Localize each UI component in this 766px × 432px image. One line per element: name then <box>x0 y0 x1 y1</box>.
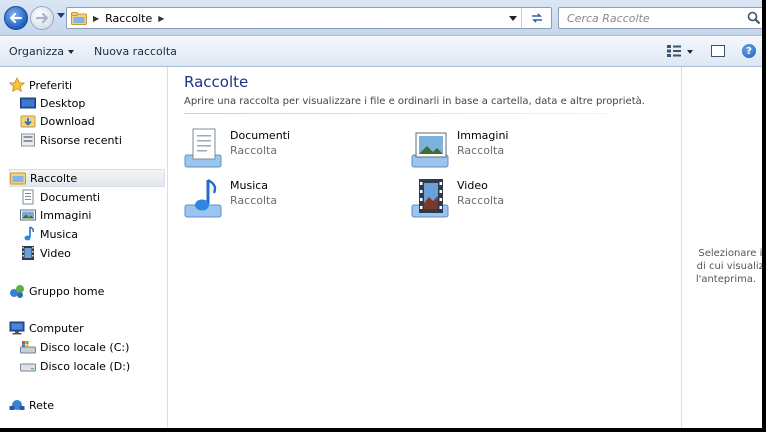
search-box[interactable]: Cerca Raccolte <box>558 7 766 29</box>
nav-homegroup[interactable]: Gruppo home <box>9 282 104 300</box>
search-icon[interactable] <box>747 11 761 25</box>
preview-text-line: Selezionare il file <box>698 248 766 259</box>
forward-arrow-icon <box>35 12 49 24</box>
nav-item-recent[interactable]: Risorse recenti <box>20 131 122 149</box>
pictures-library-icon <box>411 132 449 168</box>
windows-drive-icon <box>20 341 36 354</box>
library-kind: Raccolta <box>230 194 278 207</box>
downloads-folder-icon <box>20 115 36 128</box>
nav-network[interactable]: Rete <box>9 396 54 414</box>
nav-computer[interactable]: Computer <box>9 319 84 337</box>
breadcrumb-separator-icon[interactable]: ▶ <box>93 14 99 23</box>
content-area: Raccolte Aprire una raccolta per visuali… <box>169 67 681 428</box>
nav-item-immagini[interactable]: Immagini <box>20 206 91 224</box>
change-view-icon[interactable] <box>667 45 681 57</box>
nav-item-label: Documenti <box>40 190 101 204</box>
page-subtitle: Aprire una raccolta per visualizzare i f… <box>184 96 645 107</box>
search-placeholder: Cerca Raccolte <box>567 12 650 25</box>
address-box[interactable]: ▶ Raccolte ▶ <box>66 7 552 29</box>
command-bar: Organizza Nuova raccolta ? <box>0 36 766 67</box>
library-kind: Raccolta <box>230 144 278 157</box>
homegroup-icon <box>10 285 24 298</box>
library-kind: Raccolta <box>457 194 505 207</box>
desktop-icon <box>20 97 36 109</box>
videos-library-icon <box>411 179 449 218</box>
back-arrow-icon <box>9 12 23 24</box>
nav-libraries[interactable]: Raccolte <box>9 169 165 187</box>
nav-computer-label: Computer <box>29 321 84 335</box>
library-name: Video <box>457 179 488 192</box>
nav-item-label: Disco locale (D:) <box>40 359 131 373</box>
star-icon <box>9 77 25 93</box>
title-divider <box>184 113 610 114</box>
refresh-button[interactable] <box>521 8 551 28</box>
computer-icon <box>9 321 25 335</box>
address-history-dropdown[interactable] <box>509 16 517 21</box>
library-name: Immagini <box>457 129 509 142</box>
hard-drive-icon <box>20 363 36 372</box>
nav-item-drive-c[interactable]: Disco locale (C:) <box>20 338 129 356</box>
music-note-icon <box>24 226 34 241</box>
film-icon <box>22 246 34 260</box>
breadcrumb-separator-icon[interactable]: ▶ <box>158 14 164 23</box>
library-name: Documenti <box>230 129 291 142</box>
nav-item-label: Desktop <box>40 96 86 110</box>
nav-item-label: Musica <box>40 227 79 241</box>
nav-item-documenti[interactable]: Documenti <box>20 188 100 206</box>
preview-text-line: di cui visualizzare <box>696 261 766 272</box>
explorer-window: ▶ Raccolte ▶ Cerca Raccolte Organizza Nu… <box>0 0 766 432</box>
nav-favorites[interactable]: Preferiti <box>9 76 72 94</box>
help-button[interactable]: ? <box>742 44 756 58</box>
preview-pane-button[interactable] <box>711 45 725 57</box>
view-options-dropdown[interactable] <box>687 50 693 54</box>
recent-pages-dropdown[interactable] <box>57 13 65 18</box>
page-title: Raccolte <box>184 73 249 91</box>
navigation-pane: Preferiti Desktop Download Risorse recen… <box>0 67 168 428</box>
nav-item-label: Immagini <box>40 208 92 222</box>
nav-item-label: Download <box>40 114 95 128</box>
pictures-icon <box>20 209 36 221</box>
nav-network-label: Rete <box>29 398 54 412</box>
help-icon: ? <box>746 45 752 57</box>
nav-libraries-label: Raccolte <box>30 171 78 185</box>
library-kind: Raccolta <box>457 144 505 157</box>
preview-text-line: l'anteprima. <box>695 274 757 285</box>
nav-item-label: Disco locale (C:) <box>40 340 130 354</box>
library-name: Musica <box>230 179 269 192</box>
nav-item-video[interactable]: Video <box>20 244 71 262</box>
library-tile-musica[interactable]: Musica Raccolta <box>183 177 383 223</box>
nav-item-label: Video <box>40 246 71 260</box>
back-button[interactable] <box>4 6 28 30</box>
documents-icon <box>22 189 34 205</box>
library-tile-video[interactable]: Video Raccolta <box>410 177 610 223</box>
preview-pane: Selezionare il file di cui visualizzare … <box>681 67 766 428</box>
window-edge <box>0 428 766 432</box>
chevron-down-icon <box>68 50 75 54</box>
nav-favorites-label: Preferiti <box>29 78 73 92</box>
nav-homegroup-label: Gruppo home <box>29 284 105 298</box>
nav-item-download[interactable]: Download <box>20 112 95 130</box>
forward-button[interactable] <box>30 6 54 30</box>
library-tile-documenti[interactable]: Documenti Raccolta <box>183 127 383 173</box>
nav-item-drive-d[interactable]: Disco locale (D:) <box>20 357 130 375</box>
window-edge <box>762 0 766 432</box>
music-library-icon <box>184 178 222 218</box>
breadcrumb-item[interactable]: Raccolte <box>105 12 152 25</box>
recent-places-icon <box>21 133 35 147</box>
library-tile-immagini[interactable]: Immagini Raccolta <box>410 127 610 173</box>
libraries-folder-icon <box>71 11 87 25</box>
organize-menu-button[interactable]: Organizza <box>9 45 75 58</box>
new-library-button[interactable]: Nuova raccolta <box>94 45 177 58</box>
nav-item-musica[interactable]: Musica <box>20 225 78 243</box>
organize-label: Organizza <box>9 45 65 58</box>
nav-item-label: Risorse recenti <box>40 133 122 147</box>
address-bar-row: ▶ Raccolte ▶ Cerca Raccolte <box>0 0 766 36</box>
preview-placeholder-text: Selezionare il file di cui visualizzare … <box>686 247 766 286</box>
libraries-icon <box>10 172 26 185</box>
documents-library-icon <box>184 128 222 168</box>
nav-item-desktop[interactable]: Desktop <box>20 94 85 112</box>
network-icon <box>9 400 25 410</box>
refresh-icon <box>531 13 542 23</box>
